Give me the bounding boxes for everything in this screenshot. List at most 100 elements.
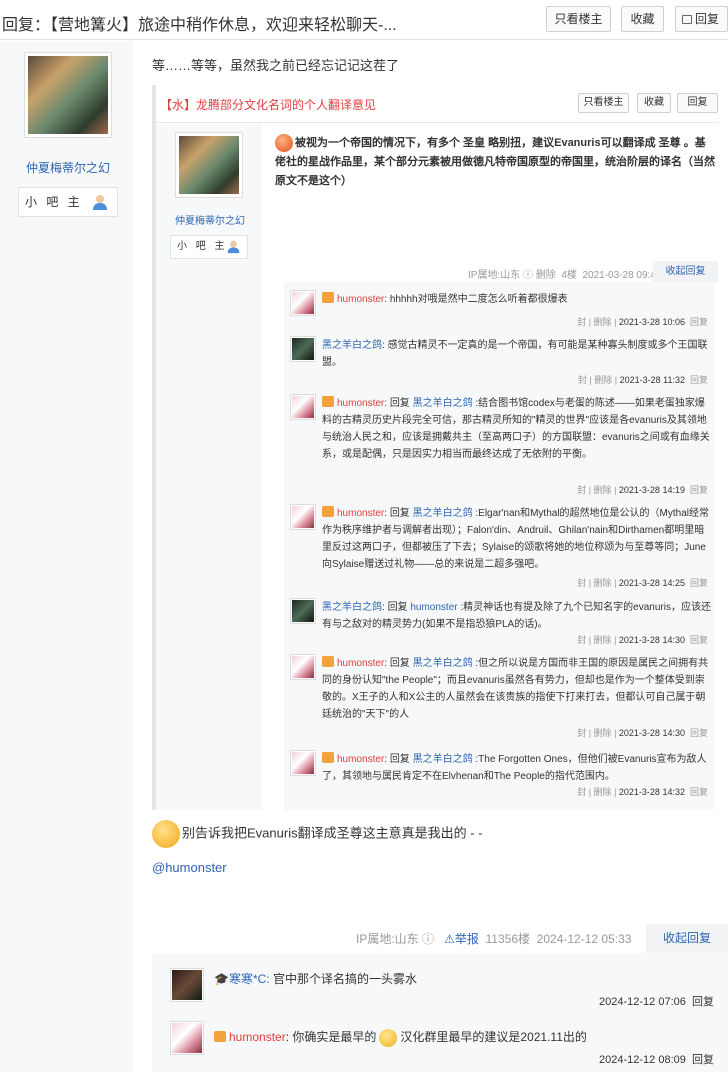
reply-avatar[interactable] <box>290 654 316 680</box>
quote-header: 【水】龙腾部分文化名词的个人翻译意见 只看楼主 收藏 回复 <box>156 85 718 123</box>
reply-button[interactable]: 回复 <box>675 6 728 32</box>
reply-row: 黑之羊白之鸽: 感觉古精灵不一定真的是一个帝国，有可能是某种寡头制度或多个王国联… <box>284 336 714 388</box>
reply-link[interactable]: 回复 <box>690 485 708 495</box>
report-link[interactable]: ⚠举报 <box>444 932 479 946</box>
report-link[interactable]: 封 <box>577 485 586 495</box>
reply-text: humonster: 回复 黑之羊白之鸽 :Elgar'nan和Mythal的超… <box>322 506 710 570</box>
comment-avatar[interactable] <box>170 968 204 1002</box>
reply-username[interactable]: humonster <box>337 508 384 519</box>
delete-link[interactable]: 删除 <box>594 485 612 495</box>
comment-text: humonster: 你确实是最早的 汉化群里最早的建议是2021.11出的 <box>214 1028 587 1047</box>
level-badge-icon <box>322 656 334 667</box>
comment-meta: 2024-12-12 08:09 回复 <box>599 1054 714 1066</box>
report-link[interactable]: 封 <box>577 578 586 588</box>
reply-to-username[interactable]: 黑之羊白之鸽 <box>413 508 473 519</box>
quote-avatar[interactable] <box>175 132 243 198</box>
reply-text: 黑之羊白之鸽: 感觉古精灵不一定真的是一个帝国，有可能是某种寡头制度或多个王国联… <box>322 340 708 368</box>
report-link[interactable]: 封 <box>577 787 586 797</box>
post-meta: IP属地:山东 ⓘ ⚠举报 11356楼 2024-12-12 05:33 <box>356 932 632 946</box>
smile-emoji-icon <box>379 1028 398 1047</box>
reply-link[interactable]: 回复 <box>690 728 708 738</box>
reply-row: humonster: 回复 黑之羊白之鸽 :结合图书馆codex与老蛋的陈述——… <box>284 394 714 498</box>
delete-link[interactable]: 删除 <box>594 317 612 327</box>
only-op-button[interactable]: 只看楼主 <box>546 6 611 32</box>
avatar[interactable] <box>24 52 112 138</box>
graduation-cap-icon: 🎓 <box>214 972 229 986</box>
comment-reply-link[interactable]: 回复 <box>692 1054 714 1066</box>
quote-only-op-button[interactable]: 只看楼主 <box>578 93 629 113</box>
reply-to-username[interactable]: humonster <box>410 602 457 613</box>
reply-meta: 封 | 删除 | 2021-3-28 14:30 回复 <box>577 728 708 738</box>
quote-body: 被视为一个帝国的情况下，有多个 圣皇 略别扭，建议Evanuris可以翻译成 圣… <box>275 134 715 191</box>
delete-link[interactable]: 删除 <box>594 635 612 645</box>
reply-link[interactable]: 回复 <box>690 375 708 385</box>
reply-username[interactable]: 黑之羊白之鸽 <box>322 602 382 613</box>
reply-avatar[interactable] <box>290 394 316 420</box>
help-icon: ⓘ <box>523 270 534 281</box>
quote-badge: 小 吧 主 <box>170 235 248 259</box>
thread-title: 回复：【营地篝火】旅途中稍作休息，欢迎来轻松聊天-... <box>2 17 397 34</box>
report-link[interactable]: 封 <box>577 635 586 645</box>
level-badge-icon <box>322 752 334 763</box>
quote-favorite-button[interactable]: 收藏 <box>637 93 671 113</box>
reply-avatar[interactable] <box>290 598 316 624</box>
reply-to-username[interactable]: 黑之羊白之鸽 <box>413 398 473 409</box>
collapse-replies[interactable]: 收起回复 <box>646 924 728 953</box>
warning-icon: ⚠ <box>444 932 455 946</box>
quote-author-name[interactable]: 仲夏梅蒂尔之幻 <box>162 212 258 227</box>
reply-meta: 封 | 删除 | 2021-3-28 10:06 回复 <box>577 317 708 327</box>
level-badge-icon <box>322 506 334 517</box>
quoted-post: 【水】龙腾部分文化名词的个人翻译意见 只看楼主 收藏 回复 仲夏梅蒂尔之幻 小 … <box>152 85 718 810</box>
report-link[interactable]: 封 <box>577 317 586 327</box>
reply-meta: 封 | 删除 | 2021-3-28 14:30 回复 <box>577 635 708 645</box>
person-icon <box>227 240 240 254</box>
quote-collapse-replies[interactable]: 收起回复 <box>653 261 718 283</box>
angry-emoji-icon <box>275 134 293 153</box>
quote-meta: IP属地:山东 ⓘ 删除 4楼 2021-03-28 09:41 <box>468 270 662 281</box>
reply-meta: 封 | 删除 | 2021-3-28 11:32 回复 <box>577 375 708 385</box>
reply-username[interactable]: 黑之羊白之鸽 <box>322 340 382 351</box>
quote-reply-button[interactable]: 回复 <box>677 93 718 113</box>
reply-avatar[interactable] <box>290 336 316 362</box>
annoyed-emoji-icon <box>152 820 180 848</box>
reply-meta: 封 | 删除 | 2021-3-28 14:32 回复 <box>577 787 708 797</box>
reply-link[interactable]: 回复 <box>690 317 708 327</box>
reply-row: humonster: 回复 黑之羊白之鸽 :Elgar'nan和Mythal的超… <box>284 504 714 591</box>
reply-username[interactable]: humonster <box>337 294 384 305</box>
reply-username[interactable]: humonster <box>337 398 384 409</box>
favorite-button[interactable]: 收藏 <box>621 6 664 32</box>
delete-link[interactable]: 删除 <box>594 787 612 797</box>
reply-to-username[interactable]: 黑之羊白之鸽 <box>413 658 473 669</box>
reply-text: humonster: 回复 黑之羊白之鸽 :但之所以说是方国而非王国的原因是属民… <box>322 656 709 720</box>
quote-badge-label: 小 吧 主 <box>177 241 228 252</box>
delete-link[interactable]: 删除 <box>594 375 612 385</box>
delete-link[interactable]: 删除 <box>594 578 612 588</box>
author-name[interactable]: 仲夏梅蒂尔之幻 <box>10 159 126 176</box>
reply-avatar[interactable] <box>290 290 316 316</box>
comment-username[interactable]: humonster <box>229 1030 286 1044</box>
reply-username[interactable]: humonster <box>337 754 384 765</box>
comment-reply-link[interactable]: 回复 <box>692 996 714 1008</box>
reply-text: humonster: 回复 黑之羊白之鸽 :The Forgotten Ones… <box>322 752 707 782</box>
reply-row: humonster: hhhhh对哦是然中二度怎么听着都很爆表封 | 删除 | … <box>284 290 714 330</box>
report-link[interactable]: 封 <box>577 728 586 738</box>
mention-link[interactable]: @humonster <box>152 860 227 875</box>
quote-reply-list: humonster: hhhhh对哦是然中二度怎么听着都很爆表封 | 删除 | … <box>284 282 714 810</box>
report-link[interactable]: 封 <box>578 375 587 385</box>
badge: 小 吧 主 <box>18 187 118 217</box>
reply-to-username[interactable]: 黑之羊白之鸽 <box>413 754 473 765</box>
reply-meta: 封 | 删除 | 2021-3-28 14:25 回复 <box>577 578 708 588</box>
reply-avatar[interactable] <box>290 504 316 530</box>
delete-link[interactable]: 删除 <box>594 728 612 738</box>
reply-link[interactable]: 回复 <box>690 578 708 588</box>
comment-username[interactable]: 寒寒*C: <box>229 972 270 986</box>
quote-delete-link[interactable]: 删除 <box>536 270 556 281</box>
reply-username[interactable]: humonster <box>337 658 384 669</box>
reply-row: humonster: 回复 黑之羊白之鸽 :The Forgotten Ones… <box>284 750 714 800</box>
reply-link[interactable]: 回复 <box>690 787 708 797</box>
help-icon: ⓘ <box>422 932 435 946</box>
quote-title[interactable]: 【水】龙腾部分文化名词的个人翻译意见 <box>160 96 376 113</box>
reply-avatar[interactable] <box>290 750 316 776</box>
comment-avatar[interactable] <box>170 1021 204 1055</box>
reply-link[interactable]: 回复 <box>690 635 708 645</box>
